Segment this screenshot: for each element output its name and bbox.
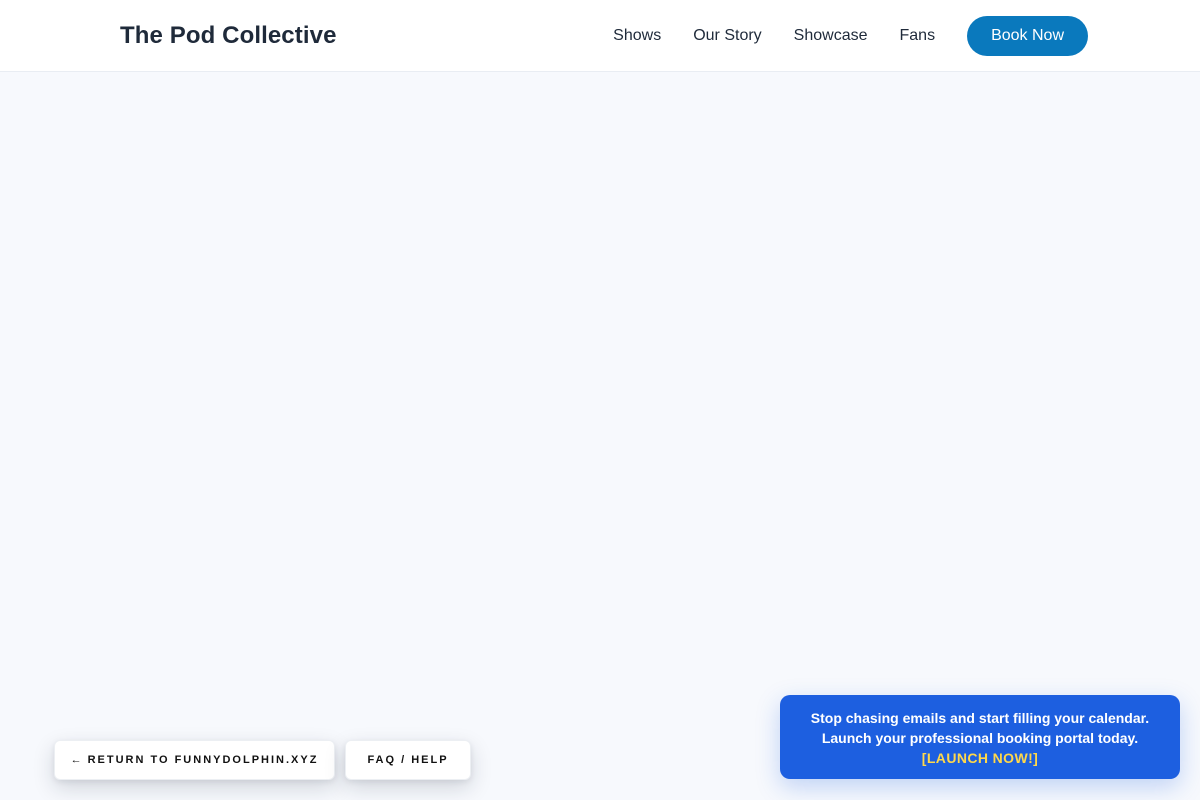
faq-help-label: FAQ / Help [367, 754, 449, 766]
book-now-button[interactable]: Book Now [967, 16, 1088, 56]
promo-text-line-1: Stop chasing emails and start filling yo… [810, 710, 1150, 726]
nav-link-our-story[interactable]: Our Story [693, 16, 761, 56]
launch-now-link[interactable]: [LAUNCH NOW!] [922, 748, 1038, 768]
site-header: The Pod Collective Shows Our Story Showc… [0, 0, 1200, 72]
main-nav: Shows Our Story Showcase Fans Book Now [613, 16, 1088, 56]
nav-link-showcase[interactable]: Showcase [794, 16, 868, 56]
nav-link-fans[interactable]: Fans [900, 16, 936, 56]
main-content-area [0, 73, 1200, 800]
return-to-site-label: Return to funnydolphin.xyz [87, 754, 319, 766]
return-to-site-button[interactable]: ← Return to funnydolphin.xyz [54, 740, 335, 780]
nav-link-shows[interactable]: Shows [613, 16, 661, 56]
arrow-left-icon: ← [70, 754, 82, 766]
promo-text-line-2: Launch your professional booking portal … [821, 730, 1139, 746]
brand-logo-text[interactable]: The Pod Collective [120, 20, 337, 52]
faq-help-button[interactable]: FAQ / Help [345, 740, 471, 780]
promo-banner: Stop chasing emails and start filling yo… [780, 695, 1180, 779]
